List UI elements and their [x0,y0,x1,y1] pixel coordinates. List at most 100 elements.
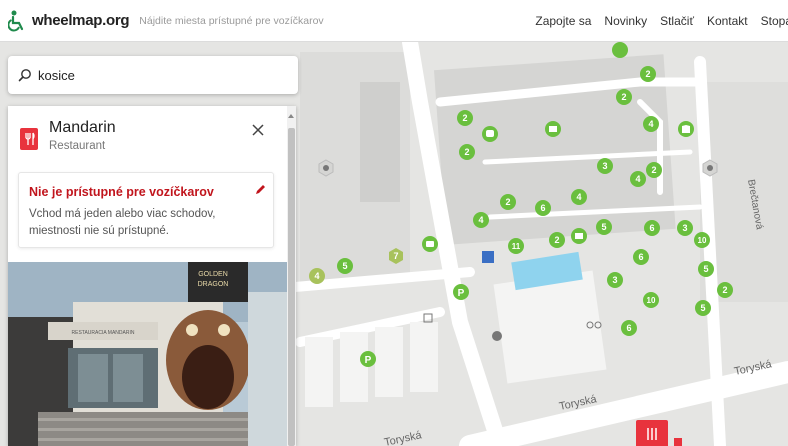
scroll-thumb[interactable] [288,128,295,446]
svg-text:7: 7 [393,251,398,261]
cluster-marker[interactable]: 2 [640,66,656,82]
top-bar: wheelmap.org Nájdite miesta prístupné pr… [0,0,788,42]
shop-marker[interactable] [545,121,561,137]
cluster-marker[interactable]: 4 [630,171,646,187]
grey-poi-icon[interactable] [492,331,502,341]
photo-banner-text: RESTAURACIA MANDARIN [72,330,135,336]
photo-sign-text: DRAGON [198,281,229,288]
cluster-marker[interactable]: 3 [677,220,693,236]
cluster-marker[interactable]: 2 [500,194,516,210]
cluster-marker[interactable]: 4 [643,116,659,132]
svg-text:2: 2 [651,165,656,175]
restaurant-icon [20,128,38,150]
nav-get-involved[interactable]: Zapojte sa [535,14,591,28]
svg-text:2: 2 [505,197,510,207]
photo-sign-text: GOLDEN [198,271,228,278]
parking-marker[interactable]: P [360,351,376,367]
panel-content: Mandarin Restaurant Nie je prístupné pre… [8,106,287,446]
svg-text:4: 4 [478,215,483,225]
cluster-marker[interactable]: 4 [473,212,489,228]
wheelchair-parking-icon [482,251,494,263]
cluster-marker[interactable]: 2 [549,232,565,248]
cluster-marker[interactable]: 6 [633,249,649,265]
svg-text:2: 2 [462,113,467,123]
cluster-marker[interactable]: 2 [457,110,473,126]
svg-text:2: 2 [621,92,626,102]
cluster-marker[interactable]: 2 [646,162,662,178]
accessibility-description: Vchod má jeden alebo viac schodov, miest… [29,208,216,237]
close-icon[interactable] [250,122,266,138]
search-input[interactable] [38,67,278,83]
nav-more[interactable]: Stopa [761,14,788,28]
main-nav: Zapojte sa Novinky Stlačiť Kontakt Stopa [535,0,788,42]
cluster-marker[interactable]: 6 [644,220,660,236]
svg-text:3: 3 [612,275,617,285]
cluster-marker[interactable]: 11 [508,238,524,254]
svg-text:6: 6 [540,203,545,213]
svg-text:2: 2 [464,147,469,157]
cluster-marker[interactable]: 5 [698,261,714,277]
cluster-marker[interactable]: 2 [459,144,475,160]
tagline: Nájdite miesta prístupné pre vozíčkarov [139,14,324,27]
photo-marker[interactable] [422,236,438,252]
grey-poi-icon[interactable] [318,159,334,177]
svg-text:11: 11 [512,242,521,251]
edit-pencil-icon[interactable] [254,183,267,196]
cluster-marker[interactable]: 4 [309,268,325,284]
logo[interactable]: wheelmap.org [8,10,130,32]
svg-text:4: 4 [314,271,319,281]
cluster-marker[interactable]: 3 [607,272,623,288]
cluster-marker[interactable]: 6 [535,200,551,216]
svg-text:2: 2 [645,69,650,79]
search-icon [18,69,31,82]
food-marker[interactable] [482,126,498,142]
place-header: Mandarin Restaurant [8,118,287,166]
nav-news[interactable]: Novinky [604,14,647,28]
place-name: Mandarin [49,119,116,136]
cluster-marker[interactable]: 3 [597,158,613,174]
cluster-marker[interactable]: 6 [0,42,3,44]
svg-text:3: 3 [682,223,687,233]
svg-text:5: 5 [703,264,708,274]
parking-marker[interactable]: P [453,284,469,300]
svg-text:5: 5 [601,222,606,232]
svg-text:2: 2 [722,285,727,295]
logo-text: wheelmap.org [32,12,130,29]
place-photo[interactable]: GOLDEN DRAGON RESTAURACIA MANDARIN [8,262,287,446]
svg-text:6: 6 [626,323,631,333]
shop-marker[interactable] [612,42,628,58]
nav-contact[interactable]: Kontakt [707,14,748,28]
search-box[interactable] [8,56,298,94]
cluster-marker[interactable]: 10 [694,232,710,248]
svg-text:3: 3 [602,161,607,171]
svg-text:2: 2 [554,235,559,245]
cluster-marker[interactable]: 5 [596,219,612,235]
cluster-marker[interactable]: 10 [643,292,659,308]
clothing-marker[interactable] [678,121,694,137]
cluster-marker[interactable]: 5 [695,300,711,316]
cluster-marker[interactable]: 2 [616,89,632,105]
svg-text:6: 6 [649,223,654,233]
cluster-marker[interactable]: 6 [621,320,637,336]
svg-text:4: 4 [648,119,653,129]
scroll-up-arrow-icon[interactable] [288,114,294,118]
place-category: Restaurant [49,140,106,152]
wheelchair-logo-icon [8,10,24,31]
nav-press[interactable]: Stlačiť [660,14,694,28]
accessibility-status: Nie je prístupné pre vozíčkarov [29,185,214,199]
panel-scrollbar[interactable] [287,106,296,446]
cluster-marker[interactable]: 5 [337,258,353,274]
shop-marker[interactable] [571,228,587,244]
svg-text:5: 5 [342,261,347,271]
svg-text:4: 4 [576,192,581,202]
svg-text:P: P [365,355,372,366]
cluster-marker[interactable]: 4 [571,189,587,205]
svg-text:4: 4 [635,174,640,184]
accessibility-card[interactable]: Nie je prístupné pre vozíčkarov Vchod má… [18,172,274,248]
svg-text:10: 10 [698,236,707,245]
svg-text:P: P [458,288,465,299]
svg-text:5: 5 [700,303,705,313]
grey-poi-icon[interactable] [702,159,718,177]
cluster-marker[interactable]: 2 [717,282,733,298]
place-detail-panel: Mandarin Restaurant Nie je prístupné pre… [8,106,296,446]
